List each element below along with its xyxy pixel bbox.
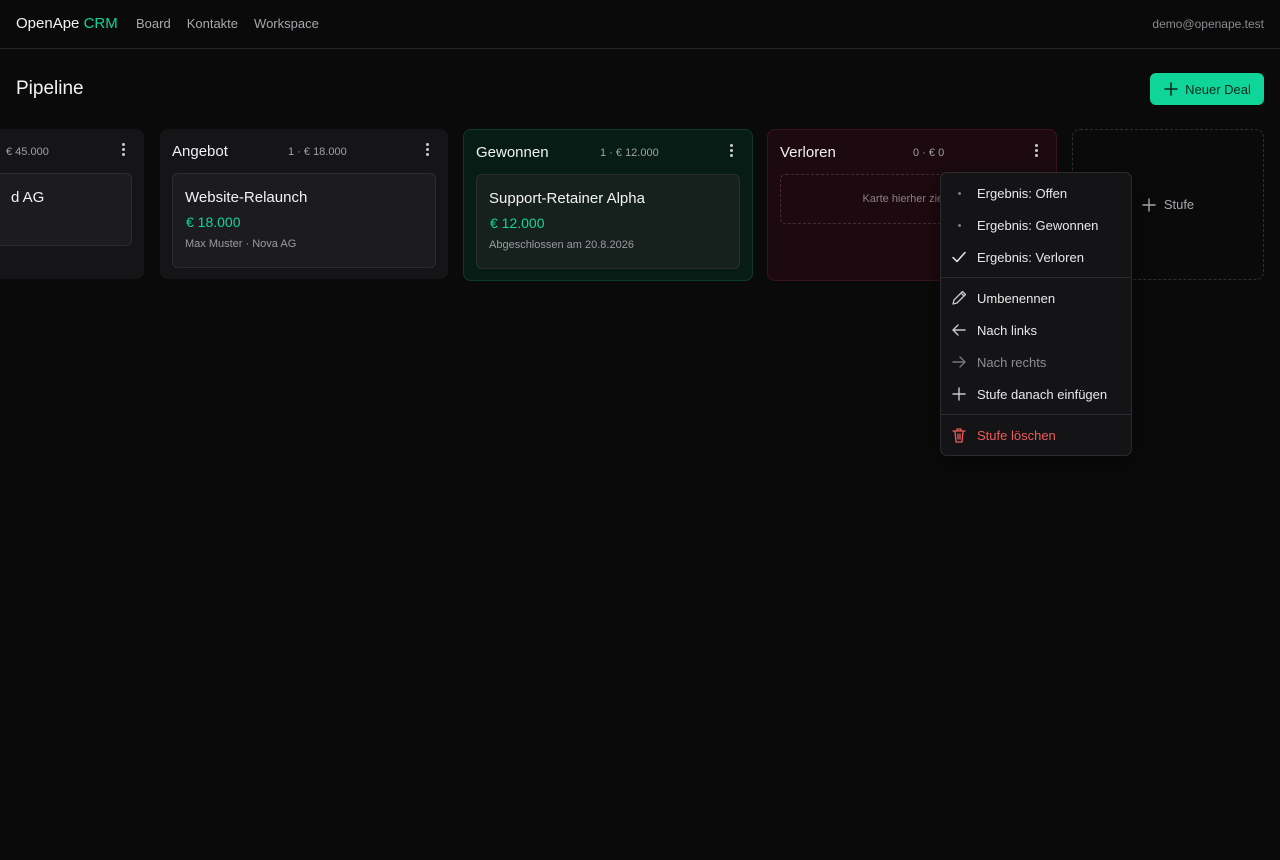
stage-title[interactable]: Verloren	[780, 144, 836, 161]
app-brand[interactable]: OpenApe CRM	[16, 15, 118, 32]
user-email[interactable]: demo@openape.test	[1152, 17, 1264, 31]
menu-label: Umbenennen	[977, 290, 1056, 306]
bullet-icon	[957, 223, 961, 227]
stage-meta: 1 · € 18.000	[288, 146, 347, 158]
menu-label: Nach rechts	[977, 354, 1047, 370]
main-nav: Board Kontakte Workspace	[136, 16, 319, 31]
stage-title[interactable]: Gewonnen	[476, 144, 549, 161]
nav-contacts[interactable]: Kontakte	[187, 16, 238, 31]
stage-context-menu: Ergebnis: Offen Ergebnis: Gewonnen Ergeb…	[940, 172, 1132, 456]
deal-card[interactable]: d AG	[0, 173, 132, 246]
menu-delete-stage[interactable]: Stufe löschen	[941, 421, 1131, 449]
new-deal-button[interactable]: Neuer Deal	[1150, 73, 1264, 105]
brand-name: OpenApe	[16, 15, 80, 32]
stage-meta: 0 · € 0	[913, 147, 945, 159]
deal-closed-date: Abgeschlossen am 20.8.2026	[489, 239, 634, 251]
menu-label: Nach links	[977, 322, 1037, 338]
stage-meta: € 45.000	[6, 146, 49, 158]
stage-column-gewonnen: Gewonnen 1 · € 12.000 Support-Retainer A…	[463, 129, 753, 281]
plus-icon	[952, 387, 966, 401]
nav-workspace[interactable]: Workspace	[254, 16, 319, 31]
deal-amount: € 18.000	[186, 214, 241, 230]
stage-menu-icon[interactable]	[424, 143, 432, 157]
pencil-icon	[952, 290, 967, 305]
stage-menu-icon[interactable]	[1033, 144, 1041, 158]
stage-menu-icon[interactable]	[120, 143, 128, 157]
bullet-icon	[957, 191, 961, 195]
menu-divider	[941, 414, 1131, 415]
deal-title: Website-Relaunch	[185, 189, 308, 206]
stage-title[interactable]: Angebot	[172, 143, 228, 160]
deal-card[interactable]: Website-Relaunch € 18.000 Max Muster · N…	[172, 173, 436, 268]
menu-move-right[interactable]: Nach rechts	[941, 348, 1131, 376]
arrow-right-icon	[952, 356, 966, 368]
menu-insert-stage-after[interactable]: Stufe danach einfügen	[941, 380, 1131, 408]
menu-outcome-lost[interactable]: Ergebnis: Verloren	[941, 243, 1131, 271]
stage-menu-icon[interactable]	[728, 144, 736, 158]
add-stage-label: Stufe	[1163, 197, 1195, 212]
plus-icon	[1164, 82, 1178, 96]
trash-icon	[952, 428, 966, 443]
brand-accent: CRM	[83, 15, 118, 32]
deal-title: d AG	[11, 189, 45, 206]
nav-board[interactable]: Board	[136, 16, 171, 31]
stage-column: € 45.000 d AG	[0, 129, 144, 279]
menu-label: Stufe danach einfügen	[977, 386, 1108, 402]
menu-outcome-open[interactable]: Ergebnis: Offen	[941, 179, 1131, 207]
deal-card[interactable]: Support-Retainer Alpha € 12.000 Abgeschl…	[476, 174, 740, 269]
stage-column-angebot: Angebot 1 · € 18.000 Website-Relaunch € …	[160, 129, 448, 279]
page-title: Pipeline	[16, 78, 84, 99]
deal-title: Support-Retainer Alpha	[489, 190, 645, 207]
menu-label: Ergebnis: Verloren	[977, 249, 1084, 265]
deal-amount: € 12.000	[490, 215, 545, 231]
menu-divider	[941, 277, 1131, 278]
plus-icon	[1142, 197, 1156, 212]
arrow-left-icon	[952, 324, 966, 336]
menu-outcome-won[interactable]: Ergebnis: Gewonnen	[941, 211, 1131, 239]
menu-label: Ergebnis: Gewonnen	[977, 217, 1099, 233]
deal-contact: Max Muster · Nova AG	[185, 238, 297, 250]
check-icon	[952, 251, 966, 263]
menu-label: Ergebnis: Offen	[977, 185, 1068, 201]
menu-label: Stufe löschen	[977, 427, 1056, 443]
new-deal-label: Neuer Deal	[1185, 81, 1251, 97]
stage-meta: 1 · € 12.000	[600, 147, 659, 159]
top-bar: OpenApe CRM Board Kontakte Workspace dem…	[0, 0, 1280, 49]
menu-move-left[interactable]: Nach links	[941, 316, 1131, 344]
menu-rename[interactable]: Umbenennen	[941, 284, 1131, 312]
